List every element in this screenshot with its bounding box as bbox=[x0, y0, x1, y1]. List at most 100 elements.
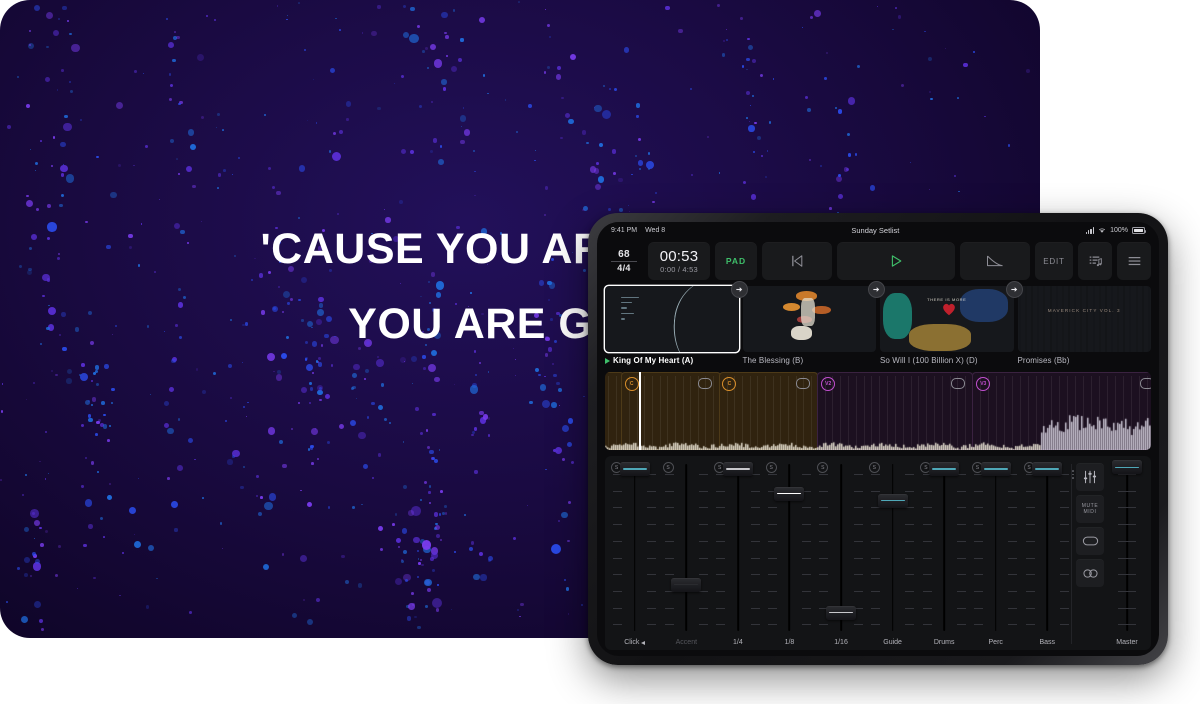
wifi-icon bbox=[1099, 228, 1106, 233]
art-drape bbox=[1061, 286, 1064, 352]
mixer-channel-1-16: S 1/16 bbox=[815, 462, 867, 646]
fader-indicator bbox=[1115, 466, 1139, 468]
play-button[interactable] bbox=[836, 242, 956, 280]
mixer-panel: S Click S Accent S 1/4 S 1/8 S 1/16 S Guide S Drums S P… bbox=[605, 456, 1151, 650]
fader-ticks bbox=[1022, 464, 1074, 631]
song-card-2[interactable]: THERE IS MORE So Will I (100 Billion X) … bbox=[880, 281, 1023, 365]
fader-handle-3[interactable] bbox=[774, 486, 805, 501]
menu-button[interactable] bbox=[1117, 242, 1152, 280]
mute-midi-button[interactable]: MUTE MIDI bbox=[1076, 495, 1104, 523]
fader-track-6[interactable] bbox=[918, 462, 970, 637]
now-playing-icon-0 bbox=[605, 357, 610, 364]
setlist-icon bbox=[1089, 256, 1102, 266]
fader-track-1[interactable] bbox=[661, 462, 713, 637]
channel-label-text-6: Drums bbox=[933, 639, 955, 646]
fader-handle-2[interactable] bbox=[722, 462, 753, 476]
song-strip: King Of My Heart (A) The Blessing (B) TH… bbox=[597, 281, 1159, 365]
art-stem bbox=[801, 297, 815, 326]
fader-ticks bbox=[661, 464, 713, 631]
channel-label-5: Guide bbox=[883, 639, 902, 646]
fader-handle-5[interactable] bbox=[877, 493, 908, 508]
song-title-text-3: Promises (Bb) bbox=[1017, 356, 1070, 365]
fader-handle-0[interactable] bbox=[619, 462, 650, 476]
elapsed-time: 00:53 bbox=[659, 247, 699, 265]
song-card-1[interactable]: The Blessing (B) bbox=[742, 281, 885, 365]
fade-out-button[interactable] bbox=[960, 242, 1031, 280]
next-song-arrow-icon-0[interactable] bbox=[730, 281, 748, 298]
art-drape bbox=[1024, 286, 1027, 352]
pad-button[interactable]: PAD bbox=[715, 242, 757, 280]
song-title-3: Promises (Bb) bbox=[1018, 356, 1152, 365]
art-blob bbox=[909, 324, 971, 351]
fader-indicator bbox=[829, 611, 854, 614]
channel-label-text-1: Accent bbox=[675, 639, 698, 646]
time-display[interactable]: 00:53 0:00 / 4:53 bbox=[648, 242, 710, 280]
next-song-arrow-icon-2[interactable] bbox=[1005, 281, 1023, 298]
segment-loop-icon-0[interactable] bbox=[697, 378, 712, 389]
mixer-channel-bass: S Bass bbox=[1022, 462, 1074, 646]
tablet-screen: 9:41 PM Wed 8 Sunday Setlist 100% 68 4/4… bbox=[597, 222, 1159, 656]
mixer-channel-1-4: S 1/4 bbox=[712, 462, 764, 646]
waveform-canvas bbox=[605, 372, 1151, 450]
segment-loop-icon-1[interactable] bbox=[795, 378, 810, 389]
fader-handle-4[interactable] bbox=[826, 605, 857, 620]
channel-label-text-4: 1/16 bbox=[834, 639, 848, 646]
song-card-0[interactable]: King Of My Heart (A) bbox=[605, 281, 748, 365]
status-right: 100% bbox=[1085, 227, 1147, 234]
album-art-3: MAVERICK CITY VOL. 3 bbox=[1017, 286, 1151, 352]
fader-indicator bbox=[725, 468, 750, 470]
art-drape bbox=[1098, 286, 1101, 352]
album-art-2: THERE IS MORE bbox=[880, 286, 1014, 352]
fader-track-5[interactable] bbox=[867, 462, 919, 637]
fader-track-master[interactable] bbox=[1112, 460, 1142, 637]
edit-button[interactable]: EDIT bbox=[1035, 242, 1074, 280]
section-marker-c-0[interactable]: C bbox=[624, 377, 639, 391]
channel-label-3: 1/8 bbox=[785, 639, 795, 646]
speaker-icon[interactable] bbox=[641, 640, 646, 645]
fader-handle-1[interactable] bbox=[671, 577, 702, 592]
art-drape bbox=[1104, 286, 1107, 352]
segment-loop-icon-2[interactable] bbox=[951, 378, 966, 389]
hamburger-menu-icon bbox=[1128, 257, 1140, 266]
art-drape bbox=[1147, 286, 1150, 352]
song-card-3[interactable]: MAVERICK CITY VOL. 3 Promises (Bb) bbox=[1017, 286, 1152, 365]
art-drape bbox=[1086, 286, 1089, 352]
fader-track-2[interactable] bbox=[712, 462, 764, 637]
song-title-text-1: The Blessing (B) bbox=[742, 356, 804, 365]
fader-handle-6[interactable] bbox=[929, 462, 960, 476]
status-left: 9:41 PM Wed 8 bbox=[611, 227, 665, 234]
mixer-utility-column: MUTE MIDI bbox=[1071, 462, 1107, 646]
tempo-display[interactable]: 68 4/4 bbox=[605, 242, 643, 280]
link-button[interactable] bbox=[1076, 559, 1104, 587]
restart-button[interactable] bbox=[762, 242, 832, 280]
loop-icon bbox=[1082, 536, 1098, 546]
fader-ticks bbox=[918, 464, 970, 631]
fader-handle-master[interactable] bbox=[1112, 460, 1142, 475]
waveform-timeline[interactable]: C C V2 V3 bbox=[605, 372, 1151, 450]
mixer-channel-1-8: S 1/8 bbox=[764, 462, 816, 646]
fader-track-7[interactable] bbox=[970, 462, 1022, 637]
loop-button[interactable] bbox=[1076, 527, 1104, 555]
fader-track-8[interactable] bbox=[1022, 462, 1074, 637]
song-title-2: So Will I (100 Billion X) (D) bbox=[880, 356, 1014, 365]
drag-handle-dots[interactable] bbox=[1072, 470, 1074, 479]
next-song-arrow-icon-1[interactable] bbox=[868, 281, 885, 298]
setlist-button[interactable] bbox=[1078, 242, 1113, 280]
fader-handle-7[interactable] bbox=[980, 462, 1011, 476]
mixer-channel-guide: S Guide bbox=[867, 462, 919, 646]
status-bar: 9:41 PM Wed 8 Sunday Setlist 100% bbox=[597, 222, 1159, 239]
mixer-channel-drums: S Drums bbox=[918, 462, 970, 646]
fader-handle-8[interactable] bbox=[1032, 462, 1063, 476]
album-art-0 bbox=[605, 286, 739, 352]
art-drape bbox=[1074, 286, 1077, 352]
fader-track-0[interactable] bbox=[609, 462, 661, 637]
channel-label-1: Accent bbox=[676, 639, 697, 646]
eq-button[interactable] bbox=[1076, 463, 1104, 491]
fader-track-3[interactable] bbox=[764, 462, 816, 637]
playhead[interactable] bbox=[639, 372, 641, 450]
fader-track-4[interactable] bbox=[815, 462, 867, 637]
skip-to-start-icon bbox=[792, 255, 803, 267]
channel-label-8: Bass bbox=[1040, 639, 1056, 646]
segment-loop-icon-3[interactable] bbox=[1140, 378, 1151, 389]
fader-ticks bbox=[1116, 464, 1137, 631]
